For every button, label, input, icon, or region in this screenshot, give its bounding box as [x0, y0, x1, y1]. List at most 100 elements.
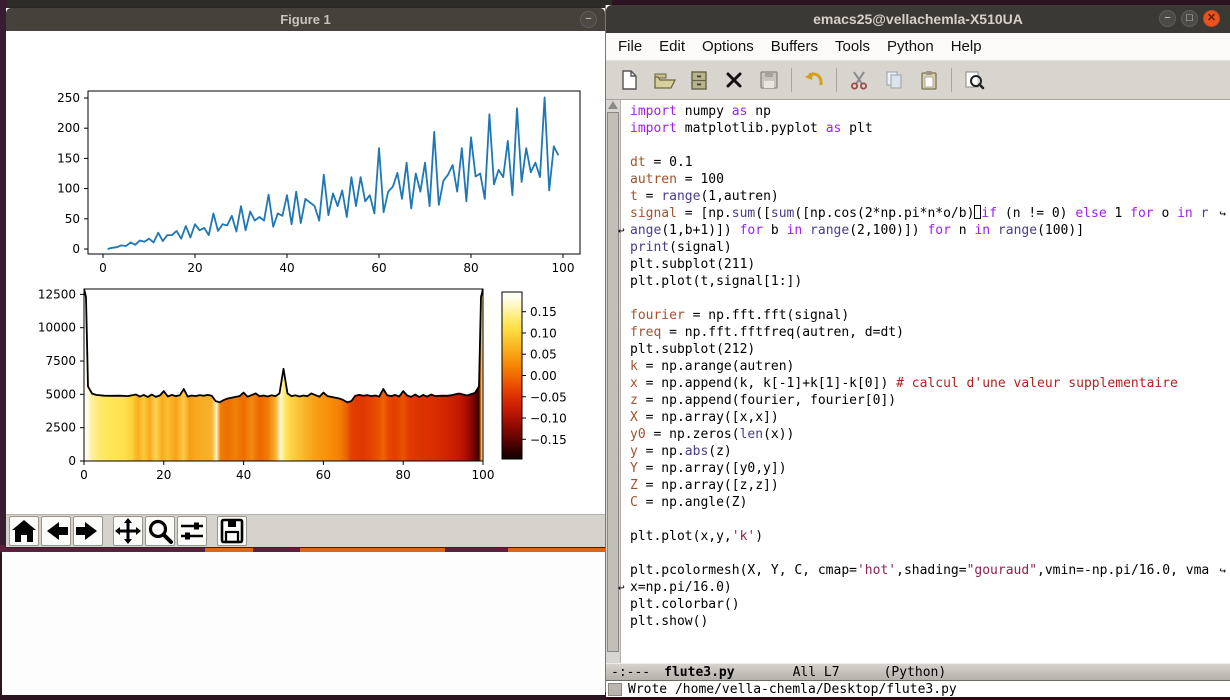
- code-line[interactable]: [622, 137, 1226, 154]
- code-token: X: [630, 410, 638, 425]
- menu-file[interactable]: File: [618, 38, 642, 55]
- paste-button[interactable]: [916, 67, 942, 93]
- code-line[interactable]: X = np.array([x,x]): [622, 409, 1226, 426]
- code-line[interactable]: import numpy as np: [622, 103, 1226, 120]
- cut-button[interactable]: [846, 67, 872, 93]
- code-line[interactable]: t = range(1,autren): [622, 188, 1226, 205]
- code-line[interactable]: plt.pcolormesh(X, Y, C, cmap='hot',shadi…: [622, 562, 1226, 579]
- svg-text:0: 0: [99, 261, 107, 275]
- close-button[interactable]: ✕: [1203, 10, 1220, 27]
- dired-button[interactable]: [686, 67, 712, 93]
- code-line[interactable]: Z = np.array([z,z]): [622, 477, 1226, 494]
- code-token: plt.colorbar(): [630, 597, 740, 612]
- scrollbar-thumb[interactable]: [607, 112, 619, 652]
- code-line[interactable]: [622, 511, 1226, 528]
- svg-text:60: 60: [316, 468, 331, 482]
- undo-button[interactable]: [801, 67, 827, 93]
- code-line[interactable]: [622, 290, 1226, 307]
- mpl-subplots-button[interactable]: [177, 516, 207, 546]
- menu-python[interactable]: Python: [887, 38, 934, 55]
- mpl-toolbar: [6, 514, 605, 547]
- minimize-button[interactable]: −: [1159, 10, 1176, 27]
- menu-buffers[interactable]: Buffers: [771, 38, 818, 55]
- menu-edit[interactable]: Edit: [659, 38, 685, 55]
- svg-text:5000: 5000: [45, 387, 76, 401]
- paste-icon: [917, 68, 941, 92]
- code-line[interactable]: freq = np.fft.fftfreq(autren, d=dt): [622, 324, 1226, 341]
- code-token: range: [661, 189, 700, 204]
- open-folder-icon: [652, 68, 676, 92]
- scrollbar-up-arrow-icon: [608, 101, 618, 109]
- code-line[interactable]: plt.plot(t,signal[1:]): [622, 273, 1226, 290]
- mpl-back-button[interactable]: [41, 516, 71, 546]
- maximize-button[interactable]: □: [1181, 10, 1198, 27]
- copy-button[interactable]: [881, 67, 907, 93]
- code-token: ,shading=: [896, 563, 966, 578]
- code-token: x: [630, 376, 638, 391]
- code-token: matplotlib.pyplot: [677, 121, 826, 136]
- figure-canvas[interactable]: 0204060801000501001502002500204060801000…: [6, 31, 605, 514]
- mpl-forward-button[interactable]: [73, 516, 103, 546]
- code-line[interactable]: y0 = np.zeros(len(x)): [622, 426, 1226, 443]
- code-line[interactable]: plt.subplot(211): [622, 256, 1226, 273]
- svg-text:250: 250: [57, 91, 80, 105]
- code-line[interactable]: plt.show(): [622, 613, 1226, 630]
- code-token: = np.: [638, 444, 685, 459]
- code-line[interactable]: plt.subplot(212): [622, 341, 1226, 358]
- mpl-home-button[interactable]: [9, 516, 39, 546]
- code-token: y: [630, 444, 638, 459]
- code-token: plt.pcolormesh(X, Y, C, cmap=: [630, 563, 857, 578]
- menu-options[interactable]: Options: [702, 38, 754, 55]
- figure-window-title: Figure 1: [280, 12, 331, 27]
- mpl-zoom-button[interactable]: [145, 516, 175, 546]
- code-line[interactable]: dt = 0.1: [622, 154, 1226, 171]
- emacs-window-buttons: −□ ✕: [1154, 10, 1220, 27]
- search-button[interactable]: [961, 67, 987, 93]
- svg-text:60: 60: [371, 261, 386, 275]
- svg-text:200: 200: [57, 121, 80, 135]
- code-line[interactable]: autren = 100: [622, 171, 1226, 188]
- open-folder-button[interactable]: [651, 67, 677, 93]
- code-line[interactable]: Y = np.array([y0,y]): [622, 460, 1226, 477]
- code-line[interactable]: C = np.angle(Z): [622, 494, 1226, 511]
- menu-tools[interactable]: Tools: [835, 38, 870, 55]
- mpl-pan-button[interactable]: [113, 516, 143, 546]
- new-file-button[interactable]: [616, 67, 642, 93]
- svg-text:0: 0: [80, 468, 88, 482]
- code-line[interactable]: ↩x=np.pi/16.0): [622, 579, 1226, 596]
- home-icon: [10, 517, 38, 545]
- code-line[interactable]: [622, 545, 1226, 562]
- code-token: import: [630, 104, 677, 119]
- svg-text:20: 20: [187, 261, 202, 275]
- minibuffer-fringe-icon: [608, 683, 622, 696]
- code-line[interactable]: x = np.append(k, k[-1]+k[1]-k[0]) # calc…: [622, 375, 1226, 392]
- mpl-save-button[interactable]: [217, 516, 247, 546]
- emacs-editor[interactable]: import numpy as npimport matplotlib.pypl…: [606, 100, 1230, 663]
- minimize-button[interactable]: −: [580, 11, 597, 28]
- code-token: 'k': [732, 529, 755, 544]
- menu-help[interactable]: Help: [951, 38, 982, 55]
- code-line[interactable]: plt.plot(x,y,'k'): [622, 528, 1226, 545]
- code-line[interactable]: k = np.arange(autren): [622, 358, 1226, 375]
- signal-line-series: [108, 97, 559, 249]
- code-line[interactable]: plt.colorbar(): [622, 596, 1226, 613]
- toolbar-separator: [105, 516, 111, 546]
- code-line[interactable]: y = np.abs(z): [622, 443, 1226, 460]
- code-line[interactable]: import matplotlib.pyplot as plt: [622, 120, 1226, 137]
- figure-titlebar[interactable]: Figure 1 −: [6, 8, 605, 31]
- save-button[interactable]: [756, 67, 782, 93]
- code-line[interactable]: ↩ange(1,b+1)]) for b in range(2,100)]) f…: [622, 222, 1226, 239]
- code-line[interactable]: z = np.append(fourier, fourier[0]): [622, 392, 1226, 409]
- code-line[interactable]: signal = [np.sum([sum([np.cos(2*np.pi*n*…: [622, 205, 1226, 222]
- code-line[interactable]: fourier = np.fft.fft(signal): [622, 307, 1226, 324]
- search-icon: [962, 68, 986, 92]
- svg-text:50: 50: [65, 212, 80, 226]
- code-token: freq: [630, 325, 661, 340]
- code-line[interactable]: print(signal): [622, 239, 1226, 256]
- code-token: import: [630, 121, 677, 136]
- emacs-titlebar[interactable]: emacs25@vellachemla-X510UA −□✕: [606, 5, 1230, 33]
- svg-text:0: 0: [72, 242, 80, 256]
- code-token: for: [927, 223, 950, 238]
- close-buffer-button[interactable]: [721, 67, 747, 93]
- code-token: sum: [771, 206, 794, 221]
